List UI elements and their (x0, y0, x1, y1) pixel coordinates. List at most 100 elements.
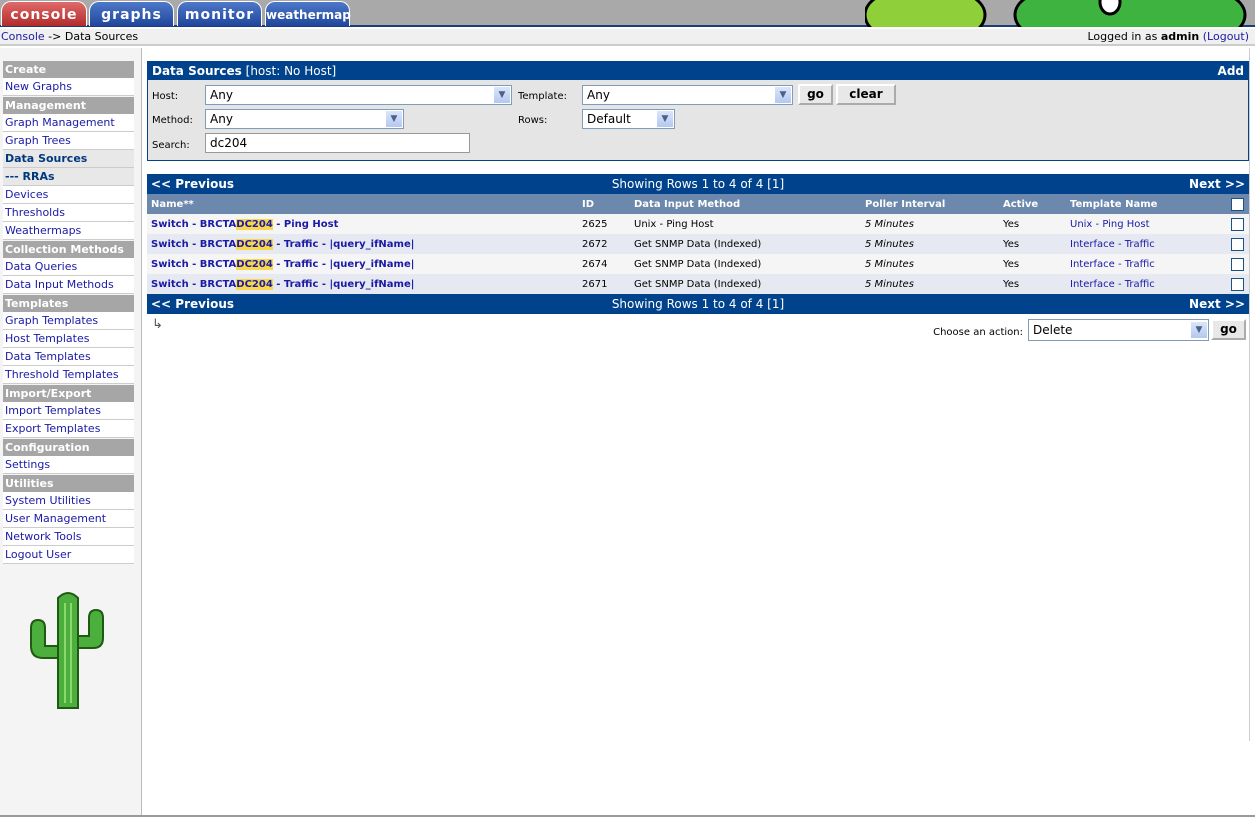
sidebar-item-devices[interactable]: Devices (3, 186, 134, 204)
sidebar-section-header: Create (3, 61, 134, 78)
id-cell: 2625 (578, 214, 630, 234)
template-select-value: Any (587, 88, 610, 102)
tab-weathermap[interactable]: weathermap (265, 1, 351, 26)
template-label: Template: (518, 91, 567, 102)
col-template-name[interactable]: Template Name (1066, 194, 1227, 214)
search-highlight: DC204 (236, 218, 273, 230)
sidebar-item-user-management[interactable]: User Management (3, 510, 134, 528)
method-cell: Get SNMP Data (Indexed) (630, 254, 861, 274)
rows-select[interactable]: Default ▼ (582, 109, 675, 129)
name-suffix: - Ping Host (272, 218, 339, 230)
method-select[interactable]: Any ▼ (205, 109, 404, 129)
chevron-down-icon: ▼ (657, 111, 673, 127)
chevron-down-icon: ▼ (494, 87, 510, 103)
breadcrumb-current: Data Sources (64, 30, 139, 43)
col-active[interactable]: Active (999, 194, 1066, 214)
select-all-checkbox[interactable] (1231, 197, 1244, 211)
sidebar-section-header: Import/Export (3, 385, 134, 402)
poller-cell: 5 Minutes (861, 274, 999, 294)
sidebar-item-import-templates[interactable]: Import Templates (3, 402, 134, 420)
method-cell: Unix - Ping Host (630, 214, 861, 234)
template-link[interactable]: Unix - Ping Host (1066, 214, 1227, 234)
template-link[interactable]: Interface - Traffic (1066, 274, 1227, 294)
sidebar-item-graph-trees[interactable]: Graph Trees (3, 132, 134, 150)
sidebar-item-data-queries[interactable]: Data Queries (3, 258, 134, 276)
go-button[interactable]: go (798, 84, 833, 105)
template-link[interactable]: Interface - Traffic (1066, 254, 1227, 274)
row-checkbox[interactable] (1231, 237, 1244, 251)
col-poller-interval[interactable]: Poller Interval (861, 194, 999, 214)
sidebar-item-settings[interactable]: Settings (3, 456, 134, 474)
cactus-banner-image (865, 0, 1250, 27)
col-data-input-method[interactable]: Data Input Method (630, 194, 861, 214)
login-user: admin (1160, 30, 1200, 43)
table-row: Switch - BRCTADC204 - Traffic - |query_i… (147, 274, 1249, 294)
sidebar-item-logout-user[interactable]: Logout User (3, 546, 134, 564)
poller-cell: 5 Minutes (861, 234, 999, 254)
sidebar-item-graph-templates[interactable]: Graph Templates (3, 312, 134, 330)
host-select[interactable]: Any ▼ (205, 85, 512, 105)
next-link[interactable]: Next >> (1189, 174, 1245, 194)
pagination-top: Showing Rows 1 to 4 of 4 [1] << Previous… (147, 174, 1249, 194)
row-checkbox[interactable] (1231, 277, 1244, 291)
sidebar-item-data-templates[interactable]: Data Templates (3, 348, 134, 366)
data-source-name-link[interactable]: Switch - BRCTADC204 - Ping Host (147, 214, 578, 234)
page-title: Data Sources (152, 64, 242, 78)
sidebar-item-export-templates[interactable]: Export Templates (3, 420, 134, 438)
search-label: Search: (152, 140, 190, 151)
data-source-name-link[interactable]: Switch - BRCTADC204 - Traffic - |query_i… (147, 234, 578, 254)
next-link[interactable]: Next >> (1189, 294, 1245, 314)
action-select-value: Delete (1033, 323, 1073, 337)
sidebar: Create New Graphs Management Graph Manageme… (0, 48, 142, 817)
sidebar-item-host-templates[interactable]: Host Templates (3, 330, 134, 348)
sidebar-section-header: Templates (3, 295, 134, 312)
add-link[interactable]: Add (1218, 62, 1244, 80)
sidebar-item-system-utilities[interactable]: System Utilities (3, 492, 134, 510)
breadcrumb: Console -> Data Sources (1, 29, 138, 45)
sidebar-section-header: Utilities (3, 475, 134, 492)
sidebar-item-rras[interactable]: --- RRAs (3, 168, 134, 186)
sidebar-item-data-input-methods[interactable]: Data Input Methods (3, 276, 134, 294)
host-subtitle: [host: No Host] (245, 64, 337, 78)
sidebar-item-new-graphs[interactable]: New Graphs (3, 78, 134, 96)
rows-select-value: Default (587, 112, 631, 126)
logout-link[interactable]: (Logout) (1203, 30, 1249, 43)
action-go-button[interactable]: go (1211, 319, 1246, 340)
col-id[interactable]: ID (578, 194, 630, 214)
breadcrumb-console-link[interactable]: Console (1, 30, 45, 43)
clear-button[interactable]: clear (836, 84, 896, 105)
host-select-value: Any (210, 88, 233, 102)
previous-link[interactable]: << Previous (151, 294, 234, 314)
search-input[interactable]: dc204 (205, 133, 470, 153)
data-source-name-link[interactable]: Switch - BRCTADC204 - Traffic - |query_i… (147, 274, 578, 294)
data-source-name-link[interactable]: Switch - BRCTADC204 - Traffic - |query_i… (147, 254, 578, 274)
tab-console[interactable]: console (1, 1, 87, 26)
sidebar-item-network-tools[interactable]: Network Tools (3, 528, 134, 546)
row-checkbox[interactable] (1231, 217, 1244, 231)
row-checkbox[interactable] (1231, 257, 1244, 271)
rows-label: Rows: (518, 115, 548, 126)
chevron-down-icon: ▼ (1191, 322, 1207, 338)
template-link[interactable]: Interface - Traffic (1066, 234, 1227, 254)
chevron-down-icon: ▼ (775, 87, 791, 103)
sidebar-item-thresholds[interactable]: Thresholds (3, 204, 134, 222)
data-sources-table: Name** ID Data Input Method Poller Inter… (147, 194, 1249, 294)
filter-panel: Data Sources [host: No Host] Add Host: An… (147, 61, 1249, 161)
sidebar-item-threshold-templates[interactable]: Threshold Templates (3, 366, 134, 384)
tab-monitor[interactable]: monitor (177, 1, 262, 26)
action-select[interactable]: Delete ▼ (1028, 319, 1209, 341)
col-name[interactable]: Name** (147, 194, 578, 214)
sidebar-item-data-sources[interactable]: Data Sources (3, 150, 134, 168)
name-suffix: - Traffic - |query_ifName| (272, 238, 415, 250)
active-cell: Yes (999, 214, 1066, 234)
previous-link[interactable]: << Previous (151, 174, 234, 194)
tab-graphs[interactable]: graphs (89, 1, 174, 26)
template-select[interactable]: Any ▼ (582, 85, 793, 105)
sidebar-item-weathermaps[interactable]: Weathermaps (3, 222, 134, 240)
sidebar-item-graph-management[interactable]: Graph Management (3, 114, 134, 132)
active-cell: Yes (999, 254, 1066, 274)
breadcrumb-bar: Console -> Data Sources Logged in as adm… (0, 29, 1255, 46)
method-cell: Get SNMP Data (Indexed) (630, 234, 861, 254)
page-edge (1249, 48, 1255, 741)
method-select-value: Any (210, 112, 233, 126)
